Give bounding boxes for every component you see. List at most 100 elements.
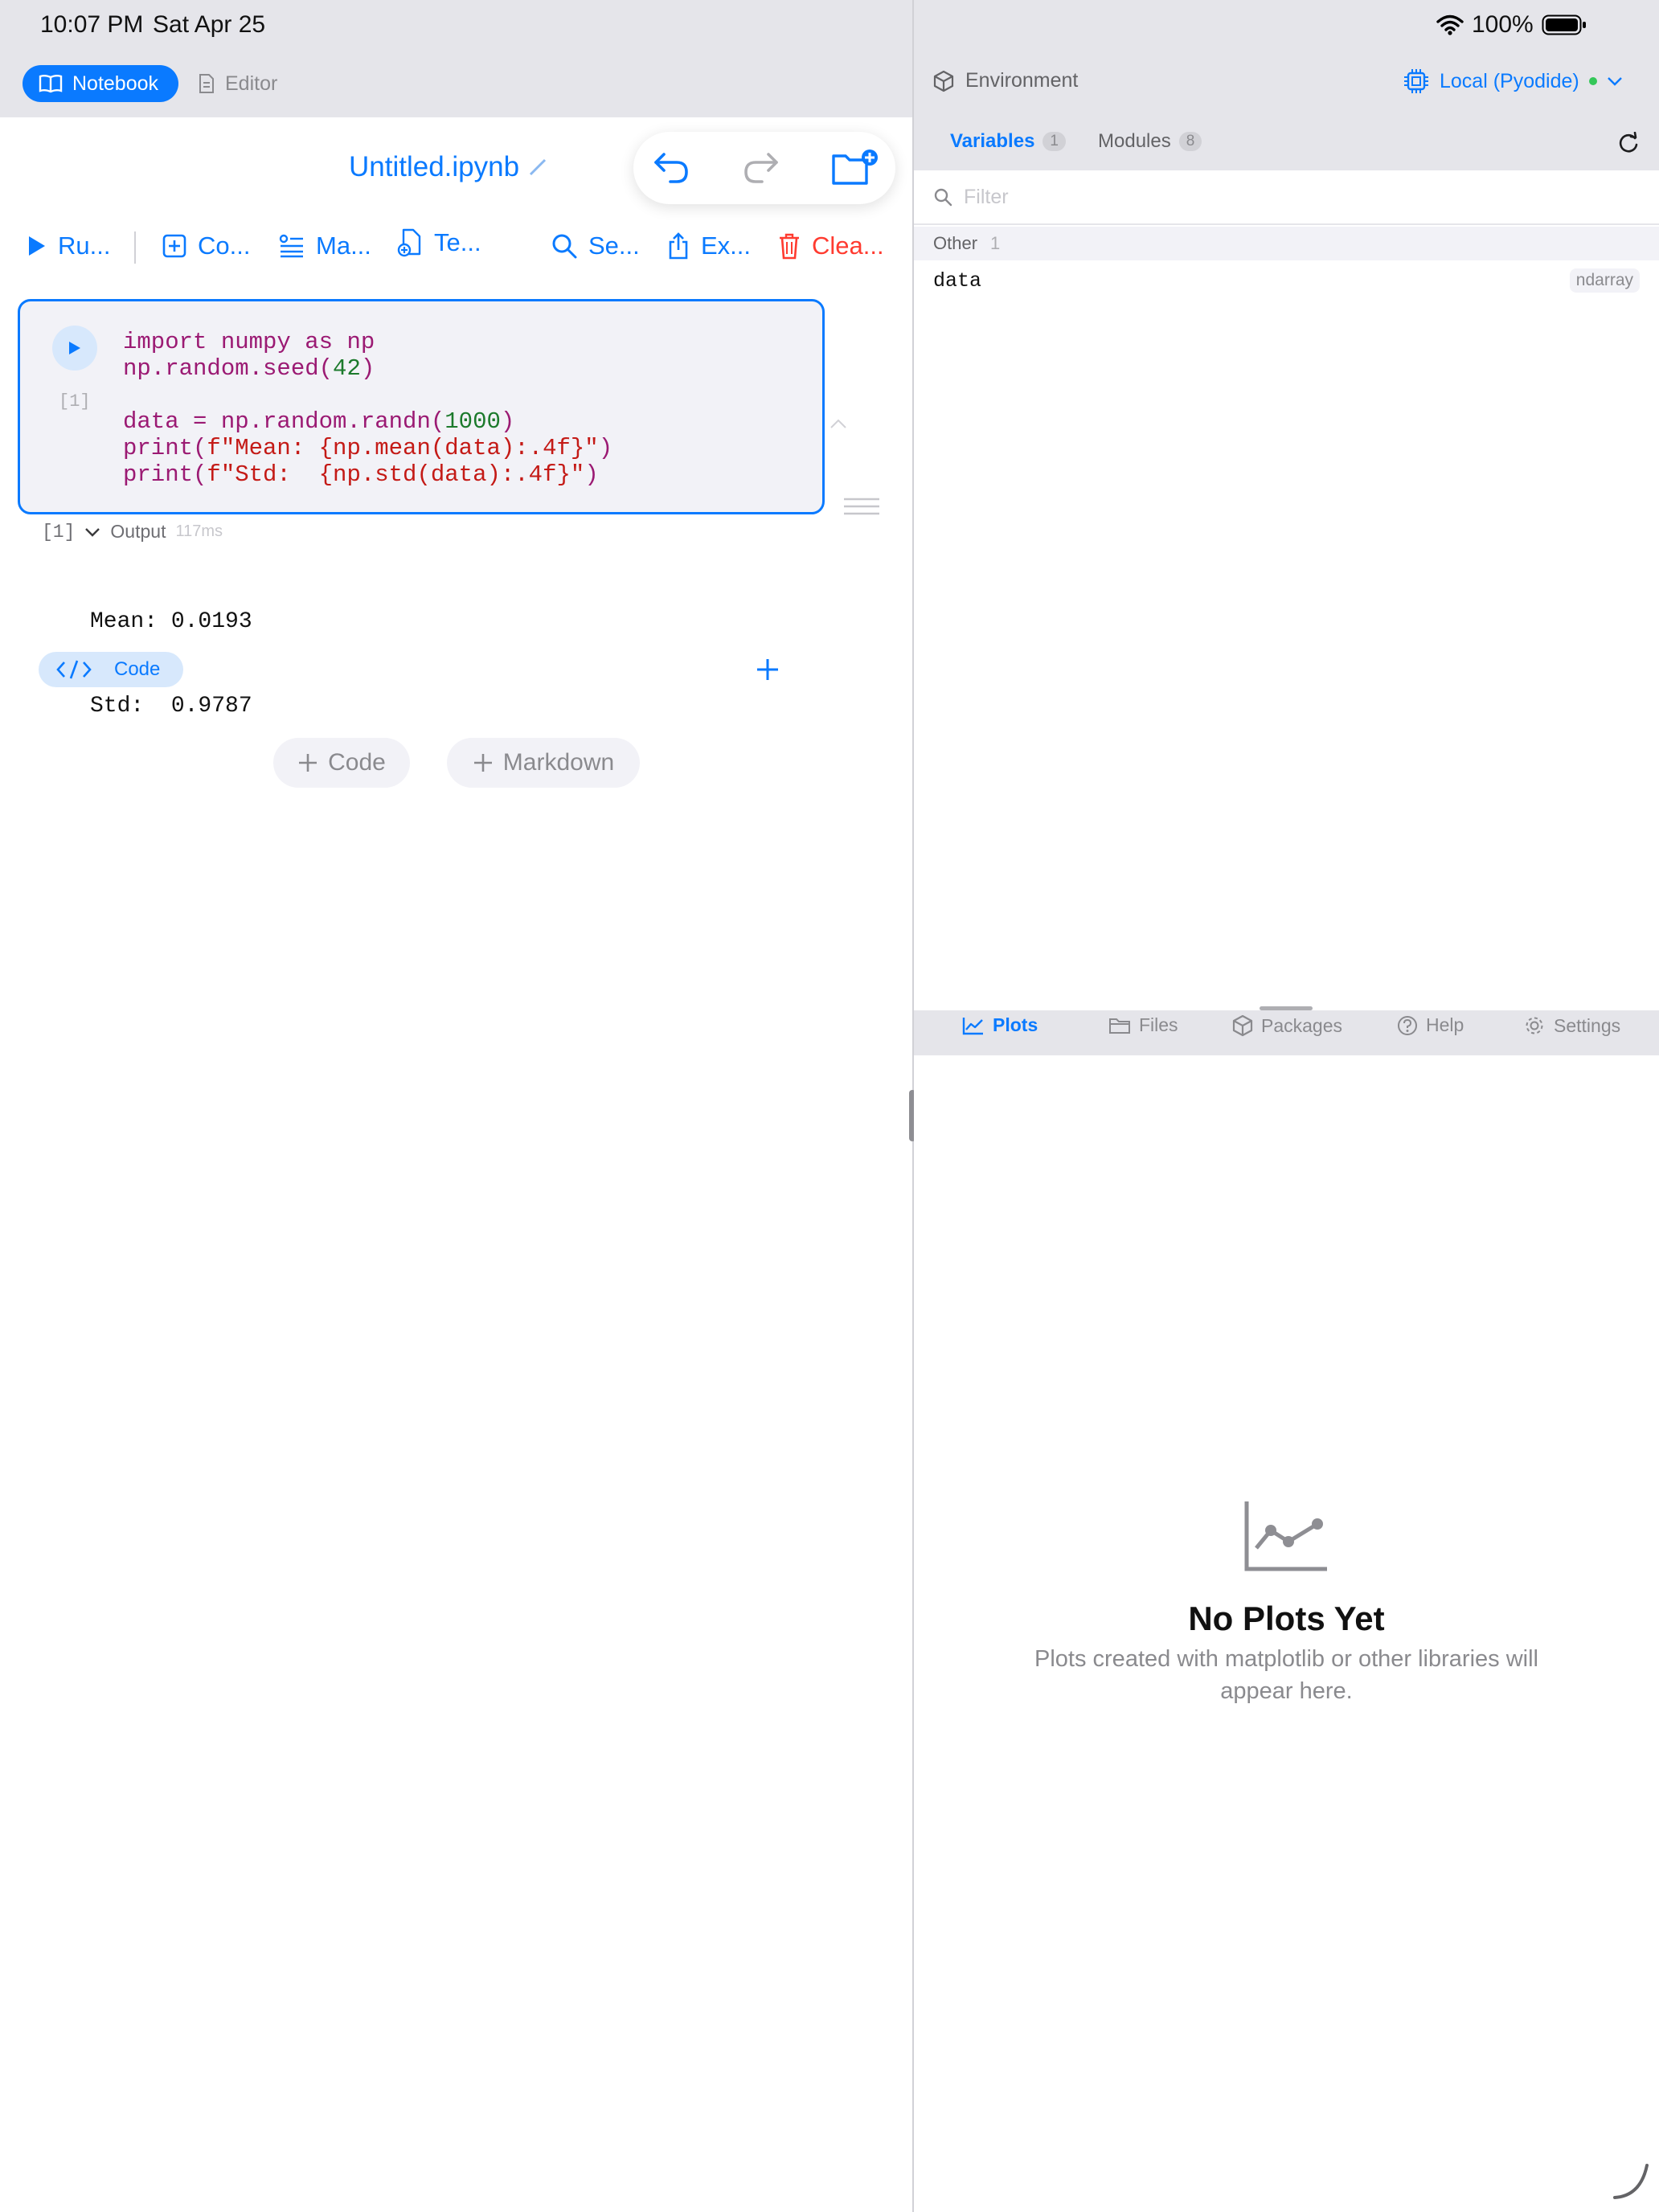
search-icon (551, 233, 577, 259)
notebook-pane: 10:07 PM Sat Apr 25 Notebook Editor Unti… (0, 0, 912, 2212)
drag-handle-icon[interactable] (844, 497, 879, 516)
search-label: Se... (588, 231, 640, 260)
group-count: 1 (990, 233, 1001, 253)
output-header[interactable]: [1] Output 117ms (42, 521, 223, 543)
clear-button[interactable]: Clea... (778, 231, 884, 260)
variable-group-header: Other 1 (914, 227, 1659, 260)
line-chart-icon (1243, 1500, 1329, 1572)
wifi-icon (1436, 14, 1464, 35)
output-line-2: Std: 0.9787 (90, 694, 252, 719)
empty-state-title: No Plots Yet (1188, 1600, 1385, 1637)
tab-settings-label: Settings (1554, 1014, 1621, 1036)
add-code-button[interactable]: Code (273, 738, 410, 788)
chart-icon (962, 1016, 985, 1035)
add-code-label: Co... (198, 231, 251, 260)
document-add-icon (397, 228, 423, 257)
status-date: Sat Apr 25 (153, 11, 266, 38)
run-cell-button[interactable] (52, 326, 97, 371)
document-icon (198, 73, 215, 94)
folder-icon (1108, 1017, 1131, 1034)
environment-title-text: Environment (965, 69, 1079, 92)
kernel-status-dot (1588, 77, 1597, 85)
trash-icon (778, 232, 801, 260)
search-icon (933, 187, 952, 207)
tab-variables[interactable]: Variables 1 (950, 130, 1066, 153)
tab-modules[interactable]: Modules 8 (1098, 130, 1202, 153)
kernel-name: Local (Pyodide) (1440, 69, 1579, 92)
variable-name: data (933, 268, 982, 293)
group-label: Other (933, 233, 978, 253)
collapse-chevron-icon[interactable] (830, 418, 847, 429)
editor-mode-button[interactable]: Editor (198, 65, 277, 102)
tab-settings[interactable]: Settings (1523, 1014, 1620, 1037)
tab-modules-label: Modules (1098, 130, 1171, 152)
undo-icon[interactable] (653, 151, 691, 185)
status-bar: 10:07 PM Sat Apr 25 (0, 0, 912, 51)
output-label: Output (110, 521, 166, 542)
gear-icon (1523, 1014, 1546, 1037)
code-line-5: print(f"Mean: {np.mean(data):.4f}") (123, 435, 613, 461)
tab-packages[interactable]: Packages (1232, 1014, 1342, 1037)
battery-icon (1542, 14, 1587, 35)
run-button[interactable]: Ru... (27, 231, 110, 260)
chevron-down-icon (1607, 76, 1623, 87)
output-count: [1] (42, 521, 76, 543)
add-markdown-button[interactable]: Markdown (447, 738, 640, 788)
code-brackets-icon (56, 658, 92, 681)
add-markdown-label: Ma... (316, 231, 371, 260)
new-folder-icon[interactable] (831, 148, 879, 188)
output-time: 117ms (175, 522, 223, 540)
execution-count: [1] (59, 391, 91, 412)
kernel-selector[interactable]: Local (Pyodide) (1403, 68, 1623, 95)
output-line-1: Mean: 0.0193 (90, 609, 252, 634)
add-markdown-label: Markdown (502, 749, 615, 776)
tab-files-label: Files (1139, 1014, 1178, 1035)
notebook-mode-button[interactable]: Notebook (23, 65, 178, 102)
insert-cell-plus-icon[interactable] (756, 657, 780, 682)
filter-field[interactable]: Filter (914, 170, 1659, 225)
editor-mode-label: Editor (225, 72, 278, 95)
status-time: 10:07 PM (40, 11, 144, 38)
app-window: 10:07 PM Sat Apr 25 Notebook Editor Unti… (0, 0, 1659, 2212)
code-editor[interactable]: import numpy as np np.random.seed(42) da… (123, 329, 612, 488)
resize-corner-icon[interactable] (1612, 2161, 1652, 2201)
plus-icon (297, 752, 318, 773)
history-toolbar (633, 132, 895, 204)
empty-state-line-2: appear here. (1220, 1678, 1353, 1704)
add-code-cell-button[interactable]: Co... (162, 231, 250, 260)
filter-placeholder: Filter (964, 185, 1009, 208)
plus-square-icon (162, 234, 186, 258)
add-markdown-cell-button[interactable]: Ma... (279, 231, 371, 260)
search-button[interactable]: Se... (551, 231, 640, 260)
notebook-mode-label: Notebook (72, 72, 159, 95)
notebook-title[interactable]: Untitled.ipynb (349, 151, 548, 183)
notebook-title-text: Untitled.ipynb (349, 151, 520, 182)
toolbar-divider (134, 231, 136, 264)
play-icon (27, 235, 47, 257)
template-button[interactable]: Te... (397, 228, 481, 257)
variable-row[interactable]: data ndarray (914, 262, 1659, 299)
cell-type-chip[interactable]: Code (39, 652, 183, 687)
chevron-down-icon (84, 526, 100, 538)
code-line-2: np.random.seed(42) (123, 355, 375, 382)
export-button[interactable]: Ex... (667, 231, 751, 260)
redo-icon[interactable] (741, 151, 780, 185)
book-icon (39, 74, 63, 93)
code-cell[interactable]: [1] import numpy as np np.random.seed(42… (18, 299, 825, 514)
environment-title: Environment (933, 69, 1078, 92)
pencil-icon (527, 157, 548, 178)
tab-modules-count: 8 (1178, 132, 1202, 151)
play-icon (68, 340, 82, 356)
tab-plots-label: Plots (993, 1014, 1038, 1035)
tab-variables-count: 1 (1043, 132, 1066, 151)
environment-pane: 100% Environment Local (Pyodide) Variabl… (914, 0, 1659, 2212)
cpu-chip-icon (1403, 68, 1430, 95)
status-indicators: 100% (1436, 11, 1587, 39)
refresh-icon[interactable] (1617, 132, 1640, 154)
tab-help[interactable]: Help (1397, 1014, 1464, 1036)
tab-plots[interactable]: Plots (962, 1014, 1038, 1036)
tab-files[interactable]: Files (1108, 1014, 1178, 1036)
code-line-1: import numpy as np (123, 329, 375, 355)
code-line-4: data = np.random.randn(1000) (123, 408, 515, 435)
